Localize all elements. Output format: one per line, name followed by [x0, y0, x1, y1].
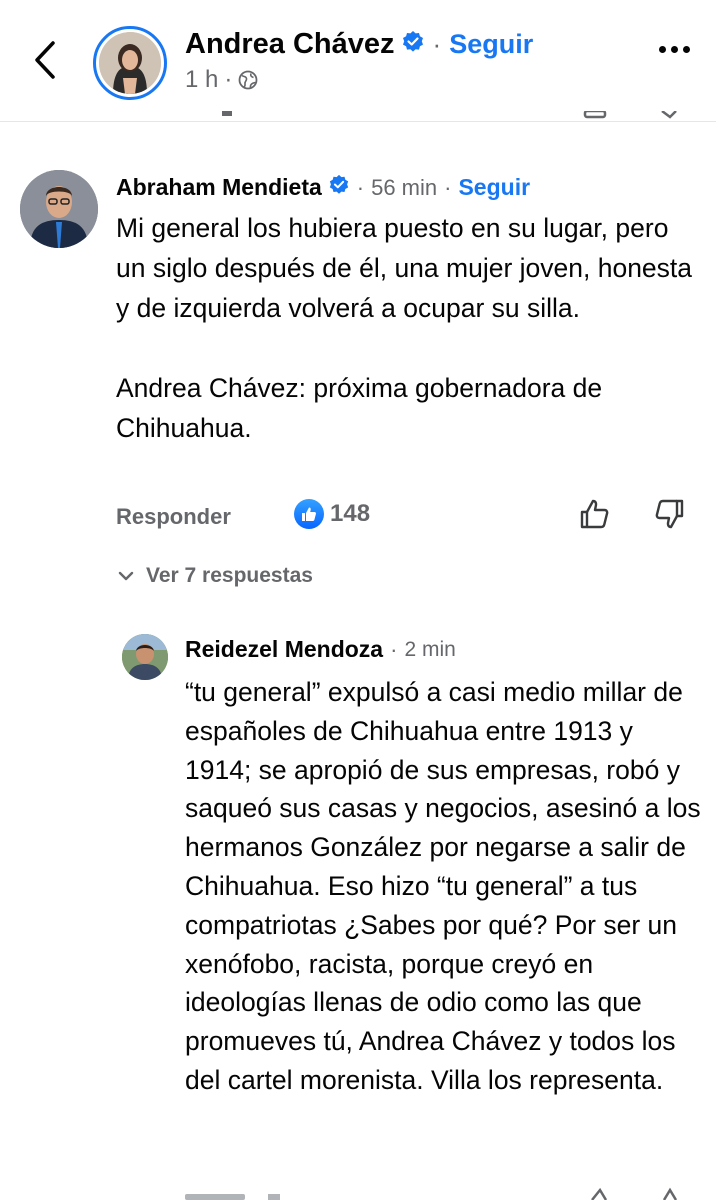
- author-name[interactable]: Andrea Chávez: [185, 28, 395, 61]
- reaction-summary[interactable]: 148: [294, 499, 370, 529]
- thumbs-down-icon[interactable]: [652, 497, 686, 536]
- previous-actions-peek: [0, 110, 716, 122]
- verified-badge-icon: [328, 174, 350, 201]
- view-replies-button[interactable]: Ver 7 respuestas: [118, 564, 313, 588]
- more-options-icon[interactable]: [659, 46, 690, 53]
- reply-time: 2 min: [404, 637, 456, 661]
- separator-dot: ·: [432, 29, 442, 59]
- commenter-avatar[interactable]: [20, 170, 98, 248]
- separator-dot: ·: [356, 174, 365, 200]
- like-reaction-icon: [294, 499, 324, 529]
- author-avatar-image: [99, 32, 161, 94]
- separator-dot: ·: [444, 174, 452, 200]
- like-count: 148: [330, 500, 371, 527]
- back-button[interactable]: [30, 38, 60, 82]
- comment-actions: Responder 148: [116, 495, 696, 539]
- author-avatar[interactable]: [93, 26, 167, 100]
- replier-avatar-image: [122, 634, 168, 680]
- commenter-avatar-image: [20, 170, 98, 248]
- comment-text: Mi general los hubiera puesto en su luga…: [116, 208, 696, 448]
- post-header: Andrea Chávez · Seguir 1 h ·: [0, 0, 716, 122]
- replier-avatar[interactable]: [122, 634, 168, 680]
- comment-time: 56 min: [371, 174, 438, 200]
- chevron-down-icon: [118, 571, 134, 581]
- commenter-name[interactable]: Abraham Mendieta: [116, 174, 322, 201]
- follow-commenter-button[interactable]: Seguir: [458, 174, 530, 201]
- back-arrow-icon: [35, 41, 55, 79]
- follow-button[interactable]: Seguir: [449, 29, 533, 60]
- next-actions-peek: [0, 1186, 716, 1200]
- separator-dot: ·: [390, 636, 398, 662]
- reply-text: “tu general” expulsó a casi medio millar…: [185, 677, 701, 1095]
- reply-button[interactable]: Responder: [116, 504, 231, 530]
- replier-name[interactable]: Reidezel Mendoza: [185, 636, 383, 663]
- comment-paragraph: Mi general los hubiera puesto en su luga…: [116, 213, 693, 323]
- verified-badge-icon: [401, 30, 425, 59]
- separator-dot: ·: [224, 66, 233, 93]
- post-time: 1 h: [185, 66, 219, 93]
- view-replies-label: Ver 7 respuestas: [146, 564, 313, 587]
- globe-icon: [238, 70, 258, 90]
- post-meta: 1 h ·: [185, 66, 258, 94]
- thumbs-up-icon[interactable]: [578, 497, 612, 536]
- comment-paragraph: Andrea Chávez: próxima gobernadora de Ch…: [116, 373, 603, 443]
